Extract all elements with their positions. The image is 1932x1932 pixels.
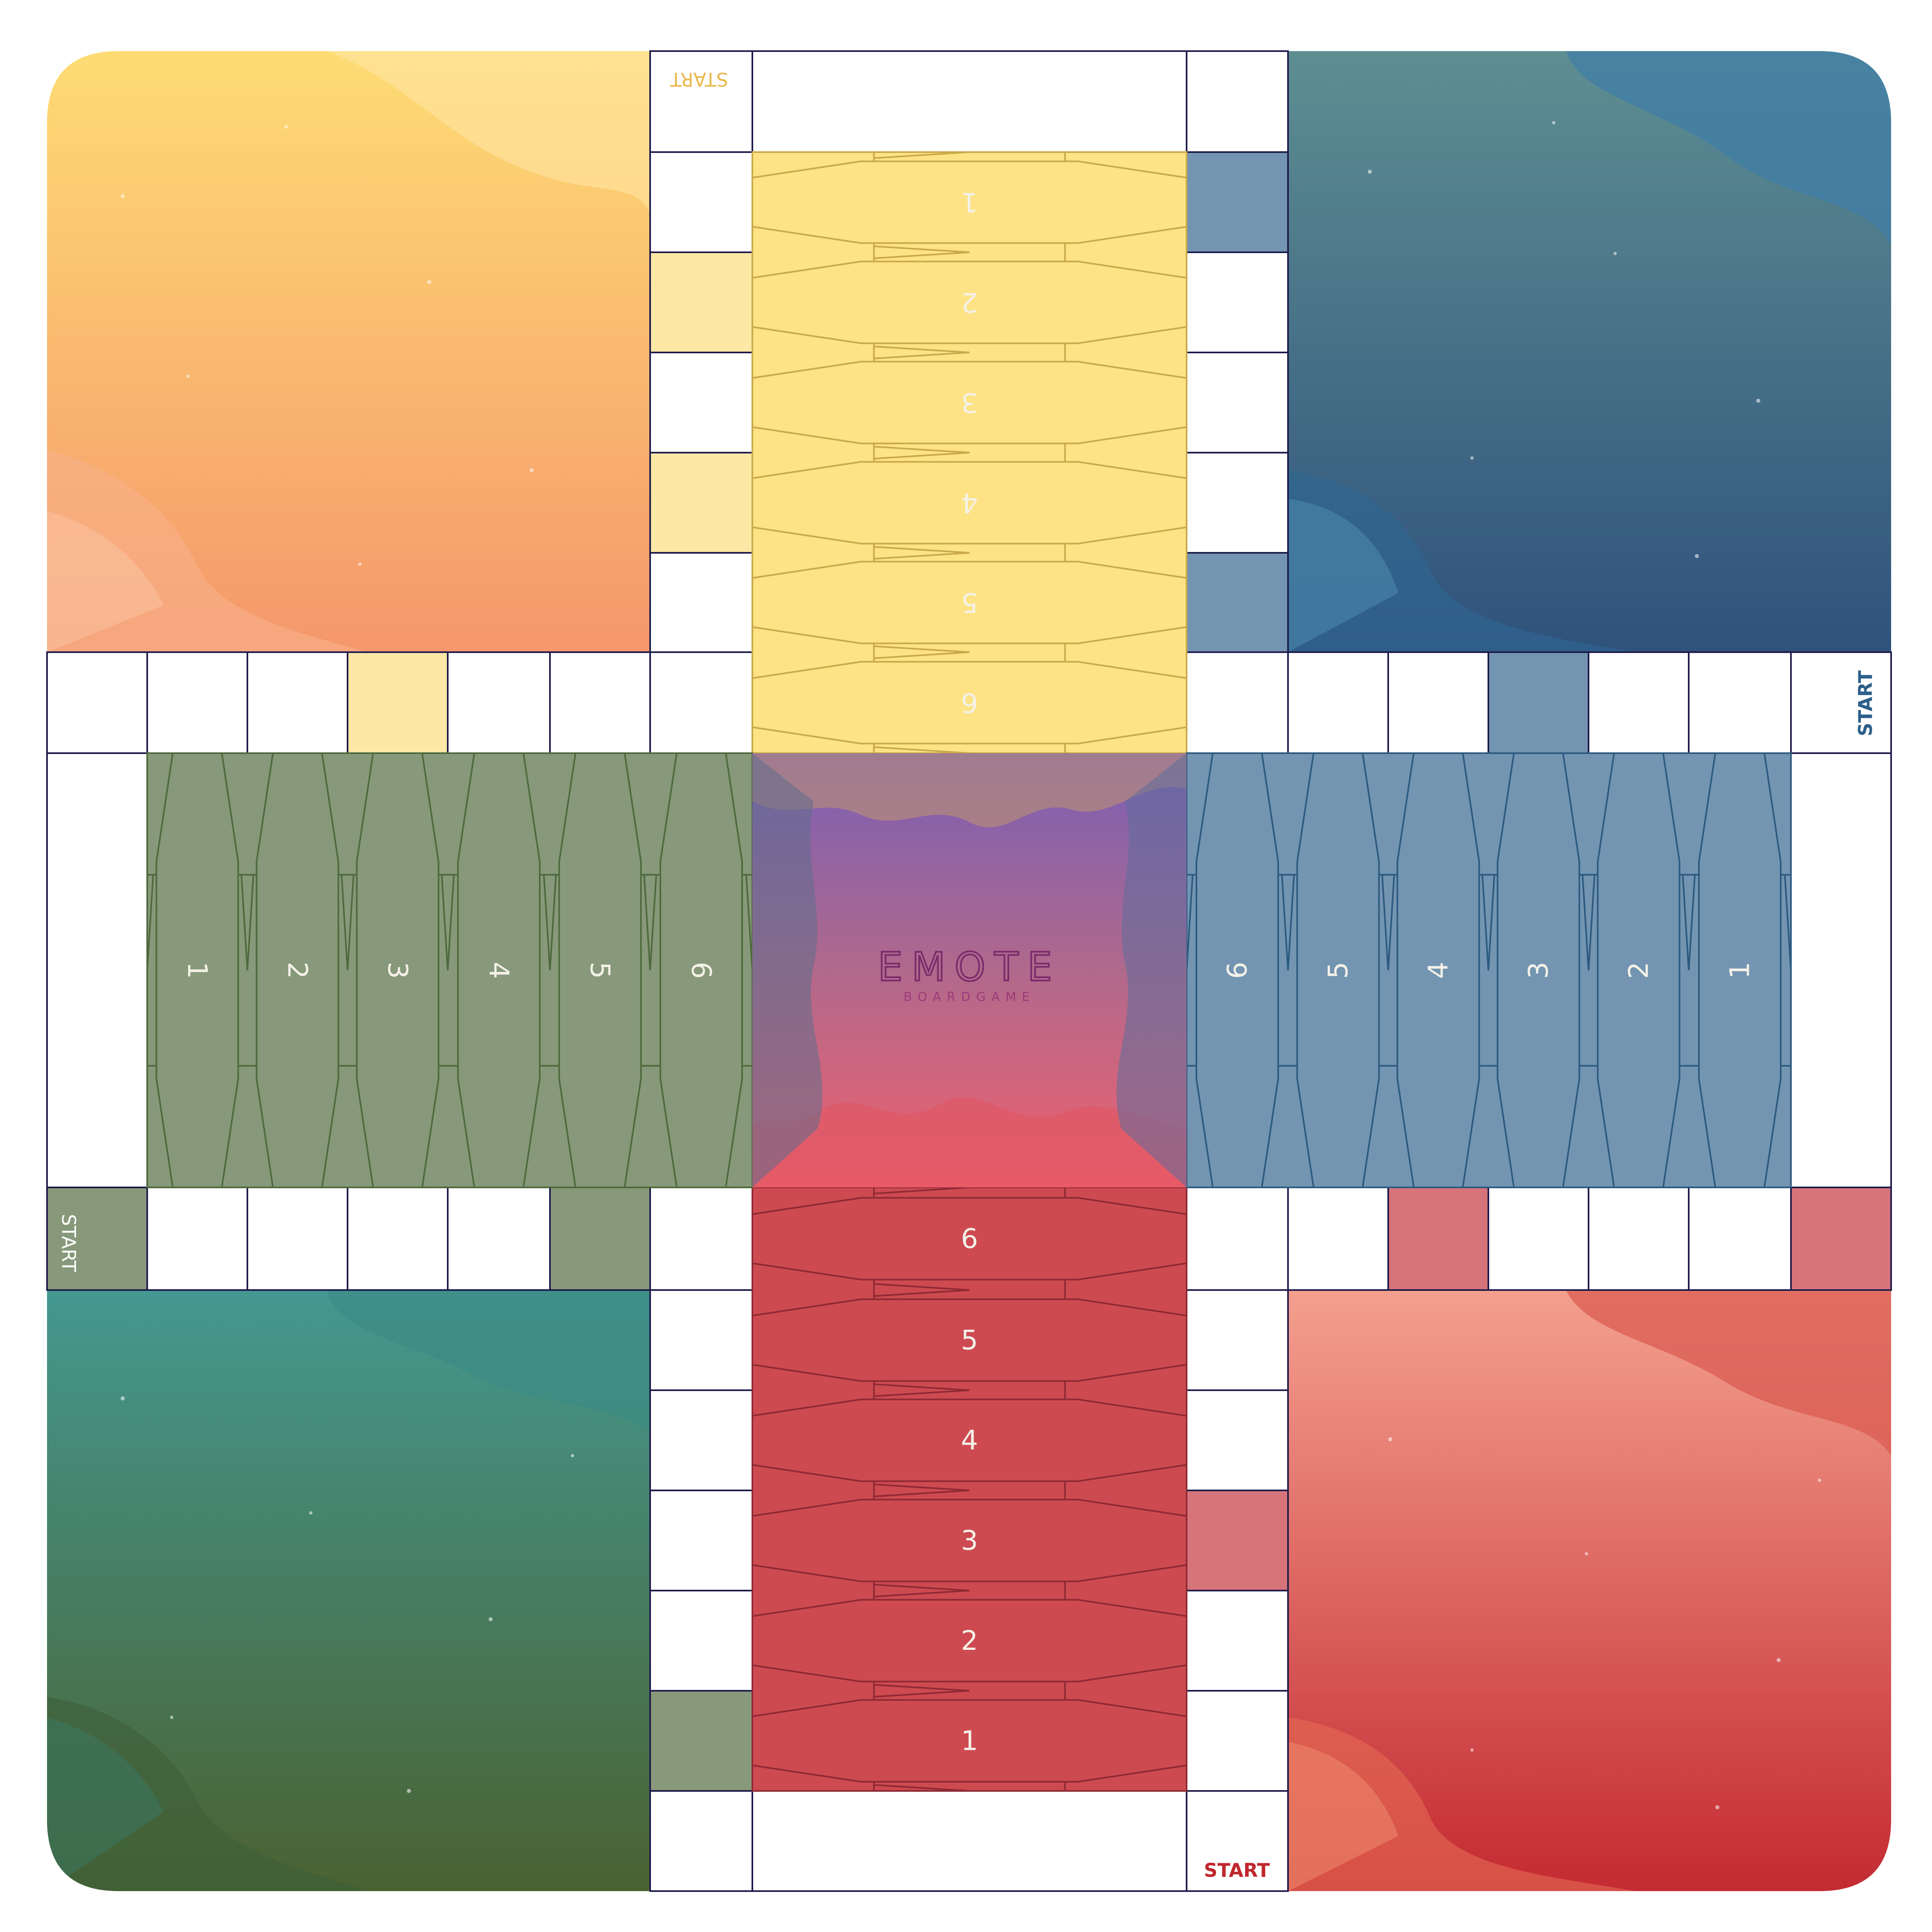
track-cell: [649, 1690, 753, 1792]
home-number-blue: 1: [1724, 962, 1756, 979]
home-entry-yellow: [752, 50, 1187, 153]
green-base-area: [47, 1290, 650, 1891]
home-number-red: 5: [961, 1324, 978, 1356]
track-cell: [247, 1187, 348, 1291]
blue-base-area: [1288, 51, 1891, 652]
home-number-red: 1: [961, 1725, 978, 1757]
home-number-blue: 4: [1423, 962, 1454, 979]
home-number-yellow: 6: [961, 687, 978, 718]
home-number-green: 2: [282, 962, 313, 979]
home-number-blue: 6: [1222, 962, 1253, 979]
start-label-red: START: [1204, 1859, 1270, 1881]
home-number-yellow: 1: [961, 186, 978, 218]
track-cell: [549, 1187, 651, 1291]
track-cell: [1186, 452, 1289, 554]
track-cell: [549, 651, 651, 754]
logo-subtitle: BOARDGAME: [904, 990, 1035, 1004]
track-cell: [649, 352, 753, 453]
track-cell: [649, 651, 753, 754]
track-cell: [1488, 651, 1589, 754]
track-cell: [46, 651, 148, 754]
track-cell: [1186, 1490, 1289, 1591]
home-number-red: 4: [961, 1425, 978, 1456]
home-number-blue: 5: [1322, 962, 1354, 979]
home-number-red: 2: [961, 1625, 978, 1656]
center-finish-area: EMOTE BOARDGAME: [752, 753, 1187, 1187]
home-number-red: 3: [961, 1525, 978, 1556]
track-cell: [649, 1389, 753, 1491]
track-cell: [649, 1490, 753, 1591]
track-cell: [1387, 651, 1489, 754]
home-number-green: 5: [584, 962, 616, 979]
track-cell: [247, 651, 348, 754]
home-number-green: 6: [686, 962, 717, 979]
start-label-green: START: [58, 1214, 80, 1272]
track-cell: [447, 651, 551, 754]
track-cell: [649, 552, 753, 653]
track-cell: [1790, 1187, 1892, 1291]
start-label-yellow: START: [670, 68, 728, 90]
track-cell: [649, 151, 753, 253]
track-cell: [1186, 151, 1289, 253]
track-cell: [1588, 1187, 1690, 1291]
track-cell: [1588, 651, 1690, 754]
track-cell: [146, 1187, 248, 1291]
track-cell: [649, 1590, 753, 1692]
home-entry-blue: [1790, 752, 1892, 1188]
home-number-blue: 2: [1623, 962, 1654, 979]
track-cell: [649, 452, 753, 554]
track-cell: [1488, 1187, 1589, 1291]
ludo-game-board: 1 2 3 4 5 6 6 5 4 3 2 1 1 2 3 4 5 6 6 5 4 3 2 1 EMOTE BOARDGAME…: [46, 50, 1892, 1892]
track-cell: [1186, 1590, 1289, 1692]
home-entry-green: [46, 752, 148, 1188]
home-number-yellow: 3: [961, 387, 978, 418]
track-cell: [1287, 651, 1389, 754]
track-cell: [1287, 1187, 1389, 1291]
track-cell: [1186, 50, 1289, 153]
track-cell: [1186, 651, 1289, 754]
track-cell: [1688, 651, 1792, 754]
track-cell: [649, 1289, 753, 1391]
home-number-green: 1: [182, 962, 213, 979]
home-number-blue: 3: [1523, 962, 1554, 979]
track-cell: [1186, 1389, 1289, 1491]
track-cell: [1186, 251, 1289, 353]
track-cell: [1186, 552, 1289, 653]
home-number-yellow: 4: [961, 487, 978, 518]
start-label-blue: START: [1854, 670, 1876, 736]
track-cell: [1186, 352, 1289, 453]
track-cell: [1186, 1289, 1289, 1391]
logo-title: EMOTE: [878, 944, 1061, 990]
track-cell: [649, 50, 753, 153]
home-number-green: 3: [382, 962, 413, 979]
track-cell: [1186, 1187, 1289, 1291]
track-cell: [649, 1790, 753, 1892]
track-cell: [649, 1187, 753, 1291]
home-number-green: 4: [483, 962, 515, 979]
track-cell: [347, 651, 449, 754]
track-cell: [1688, 1187, 1792, 1291]
red-base-area: [1288, 1290, 1891, 1891]
track-cell: [649, 251, 753, 353]
track-cell: [447, 1187, 551, 1291]
home-number-yellow: 5: [961, 587, 978, 618]
yellow-base-area: [47, 51, 650, 652]
home-entry-red: [752, 1790, 1187, 1892]
home-number-yellow: 2: [961, 287, 978, 318]
track-cell: [347, 1187, 449, 1291]
track-cell: [146, 651, 248, 754]
track-cell: [1387, 1187, 1489, 1291]
track-cell: [1186, 1690, 1289, 1792]
home-number-red: 6: [961, 1223, 978, 1254]
